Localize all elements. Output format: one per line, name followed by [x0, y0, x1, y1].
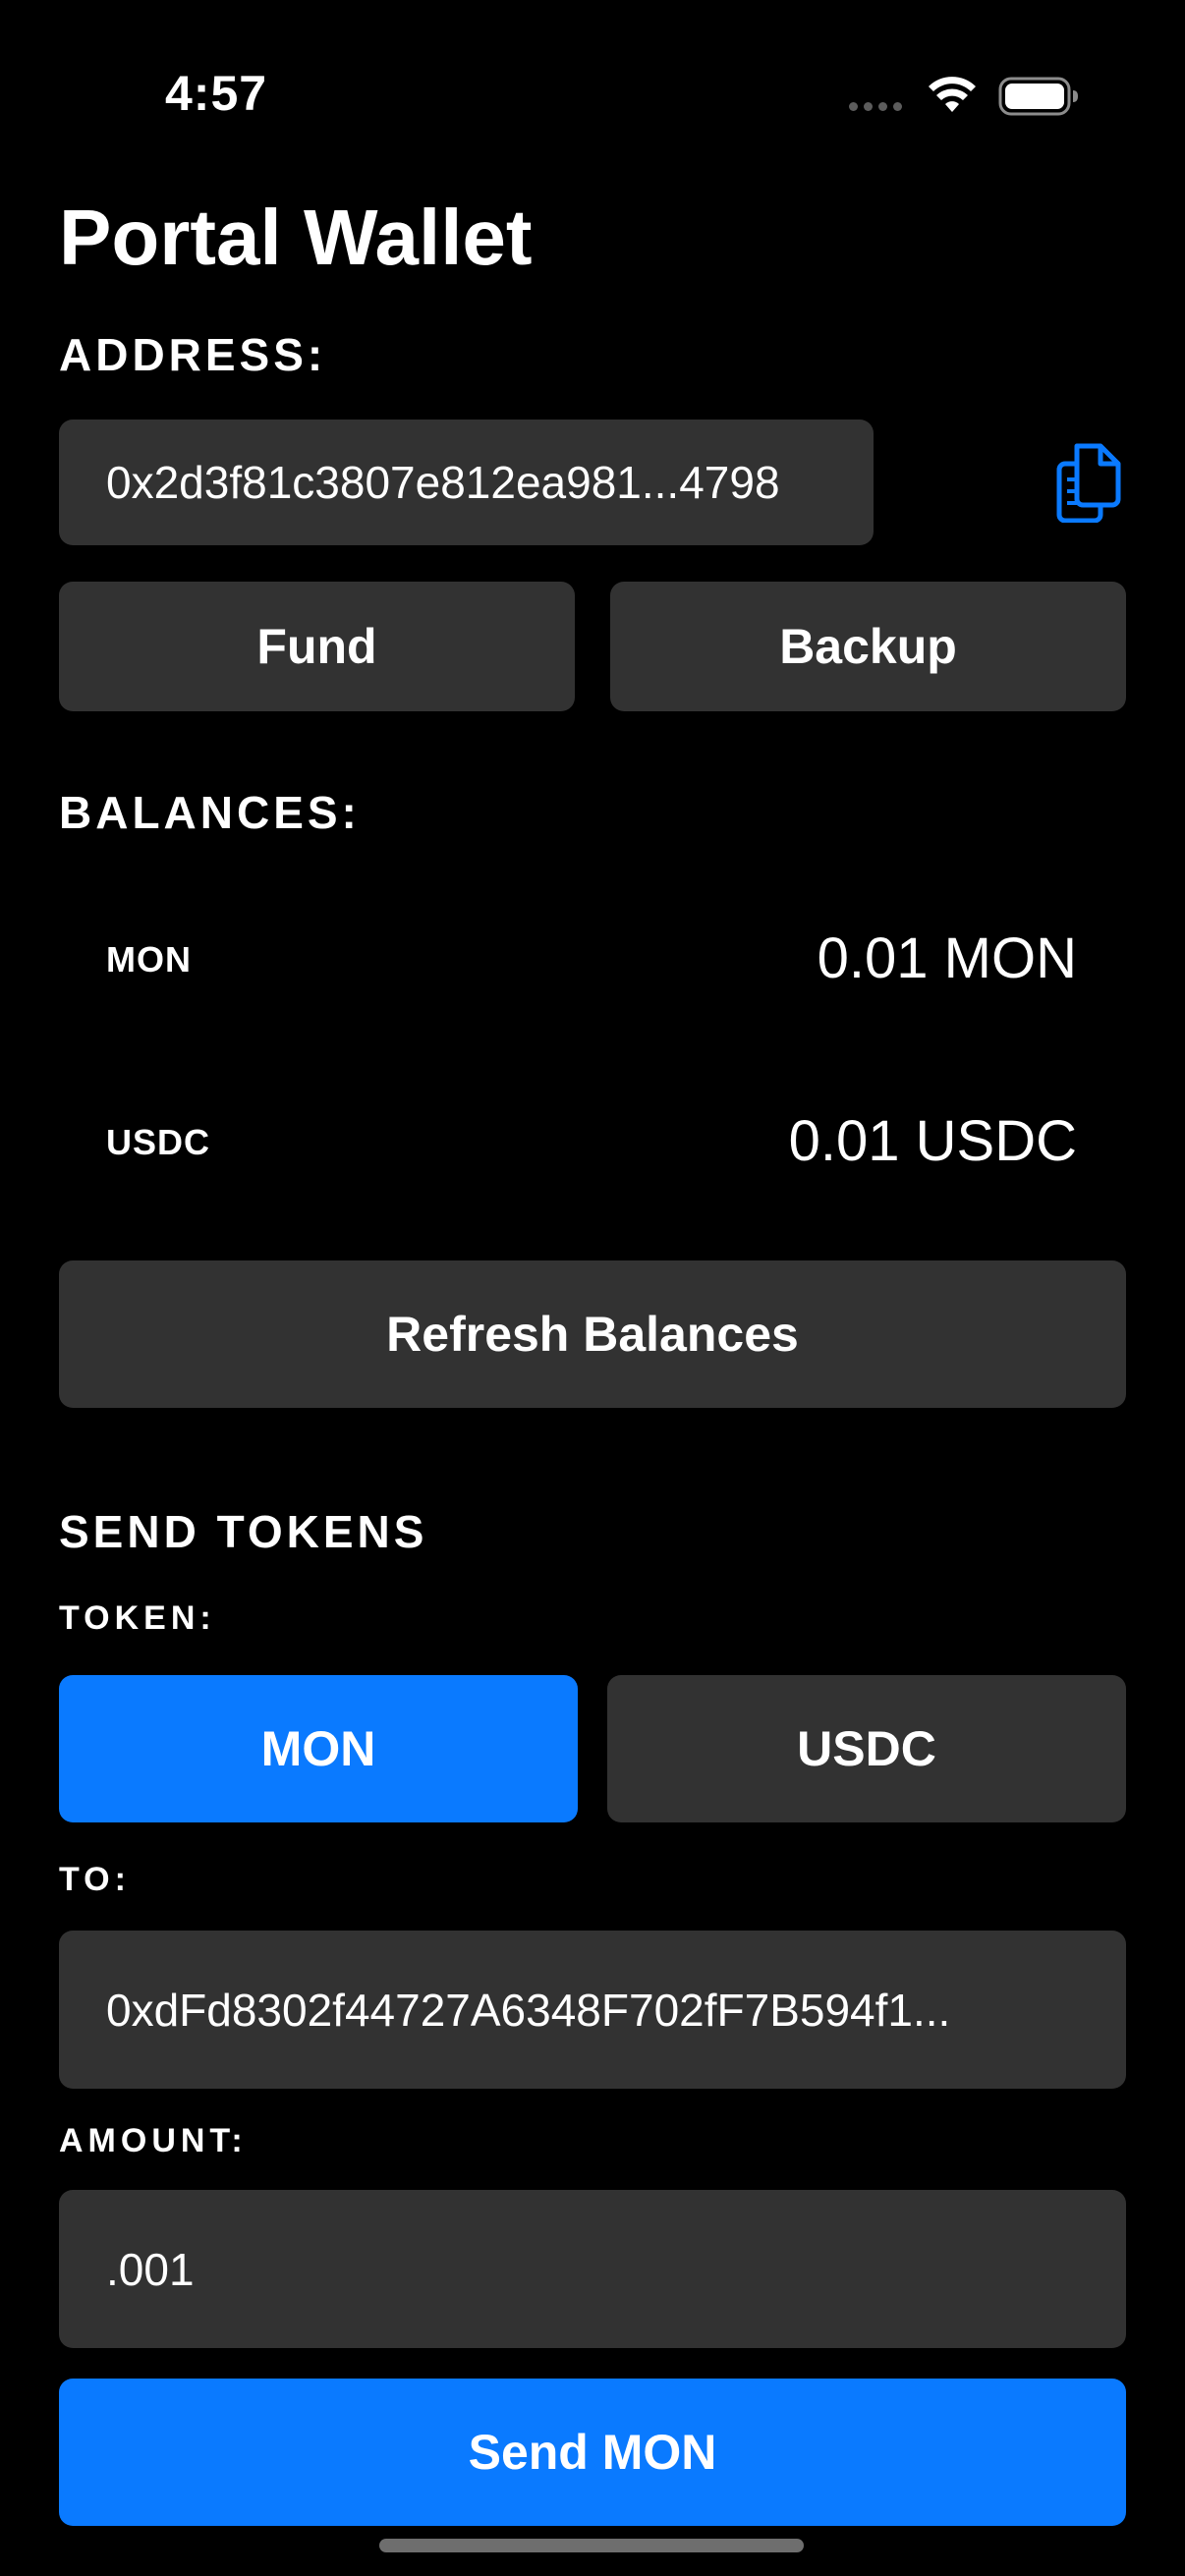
copy-document-icon[interactable]: [1053, 440, 1124, 523]
amount-input[interactable]: .001: [59, 2190, 1126, 2348]
backup-button[interactable]: Backup: [610, 582, 1126, 711]
send-button[interactable]: Send MON: [59, 2379, 1126, 2526]
battery-icon: [998, 77, 1078, 116]
balance-token-name: USDC: [106, 1122, 211, 1162]
wifi-icon: [929, 77, 976, 112]
token-option-usdc[interactable]: USDC: [607, 1675, 1126, 1822]
to-label: TO:: [59, 1861, 131, 1898]
balance-amount: 0.01 USDC: [788, 1109, 1077, 1173]
refresh-balances-button[interactable]: Refresh Balances: [59, 1260, 1126, 1408]
address-field[interactable]: 0x2d3f81c3807e812ea981...4798: [59, 420, 874, 545]
token-label: TOKEN:: [59, 1599, 216, 1637]
token-option-mon[interactable]: MON: [59, 1675, 578, 1822]
amount-label: AMOUNT:: [59, 2122, 248, 2159]
fund-button[interactable]: Fund: [59, 582, 575, 711]
status-time: 4:57: [165, 66, 268, 121]
send-tokens-heading: SEND TOKENS: [59, 1506, 428, 1557]
recipient-address-input[interactable]: 0xdFd8302f44727A6348F702fF7B594f1...: [59, 1931, 1126, 2089]
balance-amount: 0.01 MON: [817, 926, 1077, 990]
home-indicator: [379, 2539, 804, 2552]
balance-token-name: MON: [106, 939, 192, 980]
balances-label: BALANCES:: [59, 787, 361, 838]
page-title: Portal Wallet: [59, 194, 533, 281]
address-label: ADDRESS:: [59, 329, 327, 380]
cellular-signal-icon: [849, 102, 902, 111]
